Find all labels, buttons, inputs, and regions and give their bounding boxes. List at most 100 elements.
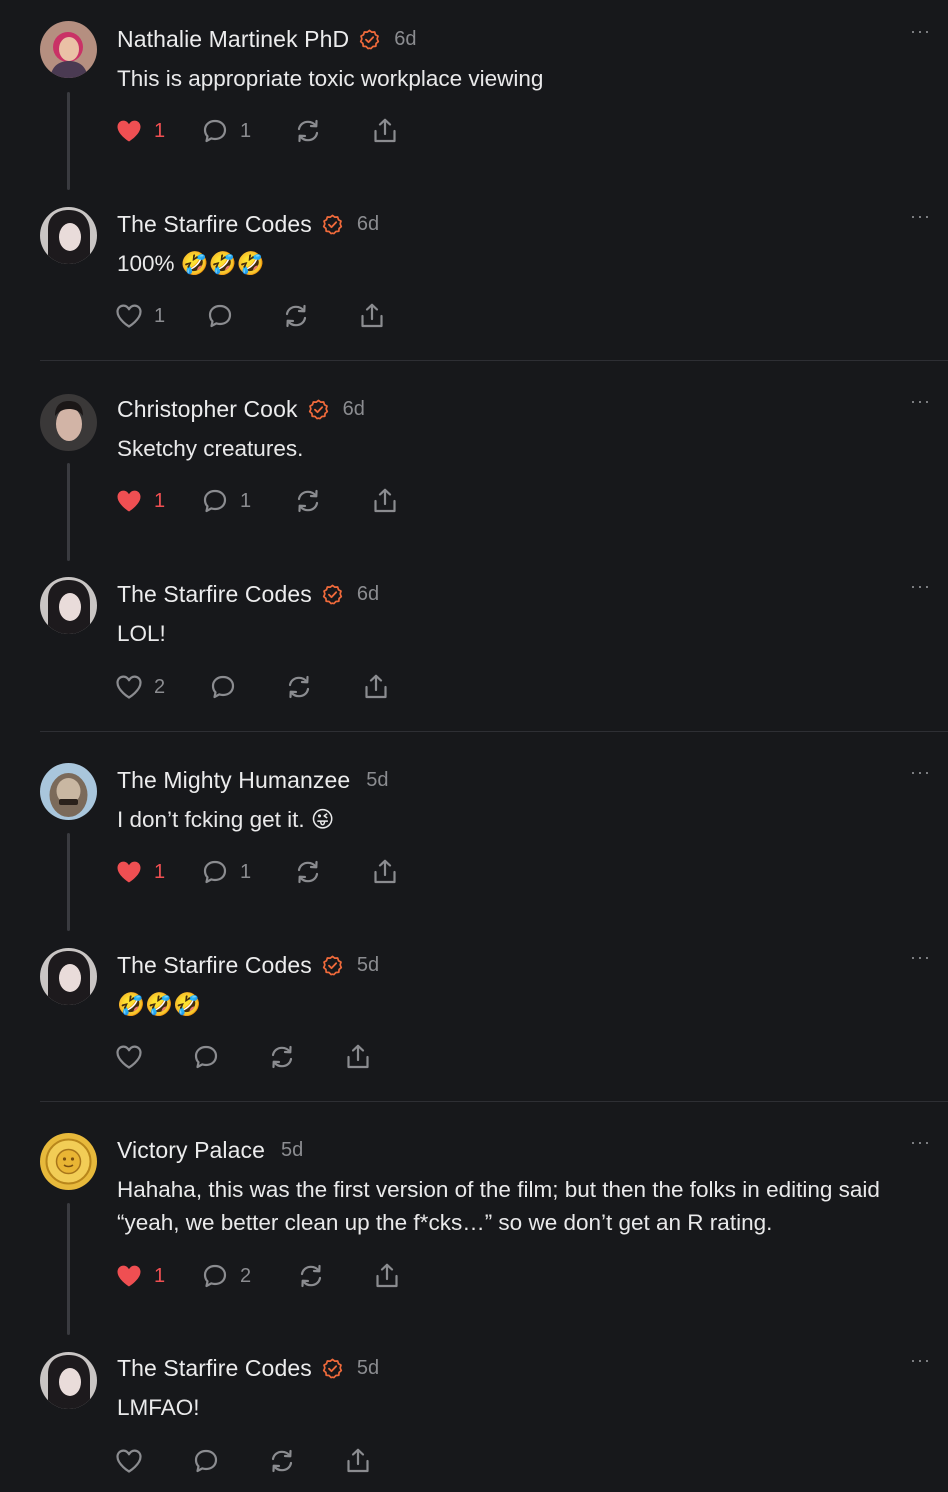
more-options-icon[interactable]: ··· [910, 948, 931, 966]
heart-outline-icon [114, 1042, 144, 1072]
avatar[interactable] [40, 394, 97, 451]
avatar[interactable] [40, 207, 97, 264]
share-button[interactable] [343, 1446, 373, 1476]
comment-header: Victory Palace 5d [117, 1135, 303, 1165]
timestamp[interactable]: 5d [281, 1139, 303, 1162]
verified-badge-icon [322, 955, 343, 976]
timestamp[interactable]: 6d [357, 213, 379, 236]
like-button[interactable]: 1 [114, 116, 165, 146]
reply-button[interactable]: 2 [200, 1261, 251, 1291]
share-button[interactable] [357, 301, 387, 331]
like-count: 2 [154, 675, 166, 698]
avatar-image [40, 948, 97, 1005]
more-options-icon[interactable]: ··· [910, 22, 931, 40]
timestamp[interactable]: 6d [357, 583, 379, 606]
restack-button[interactable] [293, 486, 323, 516]
author-name[interactable]: Victory Palace [117, 1137, 265, 1164]
share-icon [370, 857, 400, 887]
author-name[interactable]: The Mighty Humanzee [117, 767, 350, 794]
like-button[interactable]: 2 [114, 672, 165, 702]
comment-icon [208, 672, 238, 702]
reply-button[interactable] [208, 672, 238, 702]
avatar-image [40, 1133, 97, 1190]
restack-icon [281, 301, 311, 331]
comment-icon [205, 301, 235, 331]
comment-text: LOL! [117, 621, 166, 646]
share-icon [357, 301, 387, 331]
author-name[interactable]: Christopher Cook [117, 396, 298, 423]
like-button[interactable]: 1 [114, 301, 165, 331]
timestamp[interactable]: 5d [366, 769, 388, 792]
more-options-icon[interactable]: ··· [910, 207, 931, 225]
reply-button[interactable]: 1 [200, 116, 251, 146]
like-button[interactable]: 1 [114, 486, 165, 516]
author-name[interactable]: The Starfire Codes [117, 952, 312, 979]
heart-filled-icon [114, 1261, 144, 1291]
restack-icon [296, 1261, 326, 1291]
share-button[interactable] [370, 116, 400, 146]
avatar[interactable] [40, 21, 97, 78]
share-button[interactable] [361, 672, 391, 702]
timestamp[interactable]: 6d [394, 28, 416, 51]
share-icon [343, 1042, 373, 1072]
like-button[interactable]: 1 [114, 1261, 165, 1291]
reply-button[interactable]: 1 [200, 857, 251, 887]
restack-button[interactable] [293, 857, 323, 887]
thread-divider [40, 1101, 948, 1102]
more-options-icon[interactable]: ··· [910, 1133, 931, 1151]
more-options-icon[interactable]: ··· [910, 1351, 931, 1369]
heart-outline-icon [114, 301, 144, 331]
comment-text: I don’t fcking get it. 😜 [117, 807, 335, 832]
share-button[interactable] [370, 486, 400, 516]
restack-button[interactable] [281, 301, 311, 331]
timestamp[interactable]: 6d [343, 398, 365, 421]
thread-divider [40, 731, 948, 732]
restack-icon [293, 116, 323, 146]
like-button[interactable] [114, 1042, 144, 1072]
reply-button[interactable] [191, 1042, 221, 1072]
restack-button[interactable] [296, 1261, 326, 1291]
author-name[interactable]: The Starfire Codes [117, 211, 312, 238]
restack-button[interactable] [293, 116, 323, 146]
author-name[interactable]: The Starfire Codes [117, 581, 312, 608]
thread-divider [40, 360, 948, 361]
avatar[interactable] [40, 577, 97, 634]
reply-button[interactable] [205, 301, 235, 331]
avatar[interactable] [40, 948, 97, 1005]
reply-button[interactable]: 1 [200, 486, 251, 516]
verified-badge-icon [322, 584, 343, 605]
restack-icon [267, 1446, 297, 1476]
like-count: 1 [154, 304, 166, 327]
reply-count: 1 [240, 119, 252, 142]
author-name[interactable]: The Starfire Codes [117, 1355, 312, 1382]
share-button[interactable] [343, 1042, 373, 1072]
author-name[interactable]: Nathalie Martinek PhD [117, 26, 349, 53]
heart-filled-icon [114, 486, 144, 516]
share-button[interactable] [370, 857, 400, 887]
comment-icon [200, 857, 230, 887]
more-options-icon[interactable]: ··· [910, 392, 931, 410]
thread-line [67, 92, 70, 190]
like-button[interactable]: 1 [114, 857, 165, 887]
restack-button[interactable] [267, 1446, 297, 1476]
avatar-image [40, 207, 97, 264]
comment-icon [200, 486, 230, 516]
restack-button[interactable] [267, 1042, 297, 1072]
more-options-icon[interactable]: ··· [910, 577, 931, 595]
avatar[interactable] [40, 763, 97, 820]
share-button[interactable] [372, 1261, 402, 1291]
share-icon [372, 1261, 402, 1291]
reply-count: 1 [240, 489, 252, 512]
reply-button[interactable] [191, 1446, 221, 1476]
restack-button[interactable] [284, 672, 314, 702]
verified-badge-icon [359, 29, 380, 50]
timestamp[interactable]: 5d [357, 1357, 379, 1380]
avatar[interactable] [40, 1352, 97, 1409]
share-icon [370, 116, 400, 146]
avatar[interactable] [40, 1133, 97, 1190]
avatar-image [40, 1352, 97, 1409]
timestamp[interactable]: 5d [357, 954, 379, 977]
like-button[interactable] [114, 1446, 144, 1476]
more-options-icon[interactable]: ··· [910, 763, 931, 781]
comment-header: The Starfire Codes 6d [117, 579, 379, 609]
